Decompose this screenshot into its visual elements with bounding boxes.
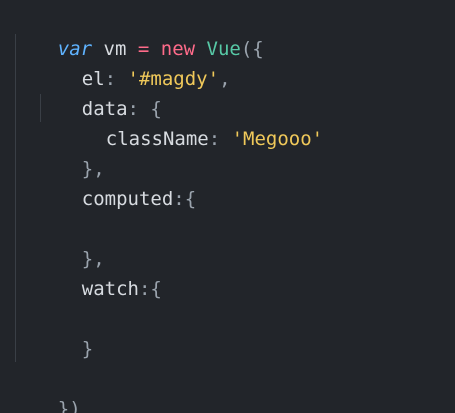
open-brace: { [150, 278, 162, 300]
code-line-9: watch:{ [36, 244, 162, 300]
string-value: 'Megooo' [231, 128, 324, 150]
property-key: watch [81, 278, 139, 300]
close-brace: } [81, 338, 94, 360]
code-line-6: computed:{ [36, 154, 196, 210]
close-brace-paren: }) [57, 398, 81, 413]
open-paren-brace: ({ [240, 38, 264, 60]
property-key: className [105, 128, 209, 150]
property-key: computed [81, 188, 174, 210]
code-line-4: className: 'Megooo' [60, 94, 323, 150]
code-line-5: }, [36, 124, 105, 180]
code-line-2: el: '#magdy', [36, 34, 231, 90]
colon: : [208, 128, 232, 150]
code-line-8: }, [36, 214, 105, 270]
open-brace: { [184, 188, 197, 210]
code-editor[interactable]: var vm = new Vue({ el: '#magdy', data: {… [0, 0, 455, 413]
code-line-11: } [36, 304, 93, 360]
code-line-3: data: { [36, 64, 162, 120]
comma: , [219, 68, 231, 90]
colon: : [173, 188, 185, 210]
code-line-13: }) [12, 364, 81, 413]
code-line-1: var vm = new Vue({ [12, 4, 264, 60]
colon: : [138, 278, 151, 300]
